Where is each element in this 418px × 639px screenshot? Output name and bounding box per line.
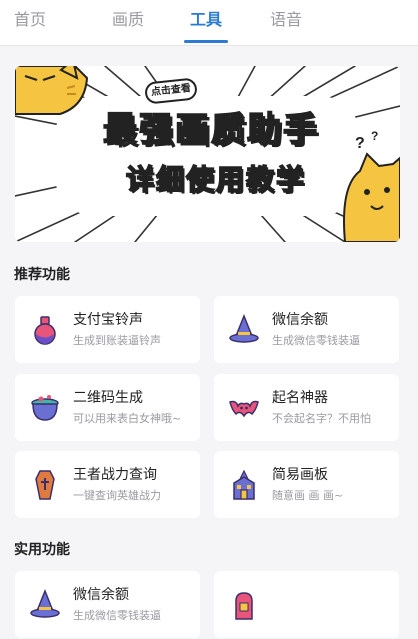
tab-voice[interactable]: 语音 — [266, 9, 306, 35]
tab-tools[interactable]: 工具 — [184, 9, 228, 35]
cauldron-icon — [31, 395, 59, 421]
haunted-house-icon — [233, 469, 255, 500]
feature-desc: 生成微信零钱装逼 — [73, 609, 161, 622]
feature-desc: 可以用来表白女神哦~ — [73, 412, 182, 425]
wizard-hat-icon — [30, 589, 60, 618]
feature-name: 起名神器 — [272, 390, 328, 406]
potion-bottle-icon — [34, 316, 56, 345]
feature-card-alipay-ringtone[interactable]: 支付宝铃声 生成到账装逼铃声 — [15, 296, 200, 363]
tab-home[interactable]: 首页 — [14, 9, 74, 35]
feature-card-drawing-board[interactable]: 简易画板 随意画 画 画~ — [214, 451, 399, 518]
coffin-icon — [35, 470, 55, 500]
feature-card-wechat-balance[interactable]: 微信余额 生成微信零钱装逼 — [214, 296, 399, 363]
feature-name: 支付宝铃声 — [73, 312, 143, 328]
feature-name: 简易画板 — [272, 467, 328, 483]
wizard-hat-icon — [229, 314, 259, 343]
feature-card-wechat-balance-2[interactable]: 微信余额 生成微信零钱装逼 — [15, 571, 200, 638]
feature-name: 微信余额 — [73, 587, 129, 603]
banner-artwork: ? ? — [15, 66, 400, 242]
section-title-utilities: 实用功能 — [14, 542, 70, 558]
feature-name: 微信余额 — [272, 312, 328, 328]
banner-subtitle: 详细使用教学 — [125, 162, 306, 197]
feature-card-hero-power[interactable]: 王者战力查询 一键查询英雄战力 — [15, 451, 200, 518]
feature-card-utility-2[interactable] — [214, 571, 399, 638]
tab-graphics[interactable]: 画质 — [108, 9, 148, 35]
svg-text:?: ? — [371, 129, 378, 143]
section-title-recommended: 推荐功能 — [14, 267, 70, 283]
feature-name: 二维码生成 — [73, 390, 143, 406]
feature-card-qrcode[interactable]: 二维码生成 可以用来表白女神哦~ — [15, 374, 200, 441]
banner-title: 最强画质助手 — [102, 109, 319, 151]
active-tab-indicator — [184, 40, 228, 43]
top-tab-bar: 首页 画质 工具 语音 — [0, 0, 418, 46]
feature-desc: 生成微信零钱装逼 — [272, 334, 360, 347]
feature-desc: 生成到账装逼铃声 — [73, 334, 161, 347]
feature-desc: 随意画 画 画~ — [272, 489, 344, 502]
feature-desc: 一键查询英雄战力 — [73, 489, 161, 502]
feature-card-name-generator[interactable]: 起名神器 不会起名字？不用怕 — [214, 374, 399, 441]
bat-icon — [229, 400, 259, 418]
tutorial-banner[interactable]: ? ? 点击查看 最强画质助手 详细使用教学 — [15, 66, 400, 242]
tombstone-icon — [235, 592, 253, 620]
feature-name: 王者战力查询 — [73, 467, 157, 483]
feature-desc: 不会起名字？不用怕 — [272, 412, 371, 425]
